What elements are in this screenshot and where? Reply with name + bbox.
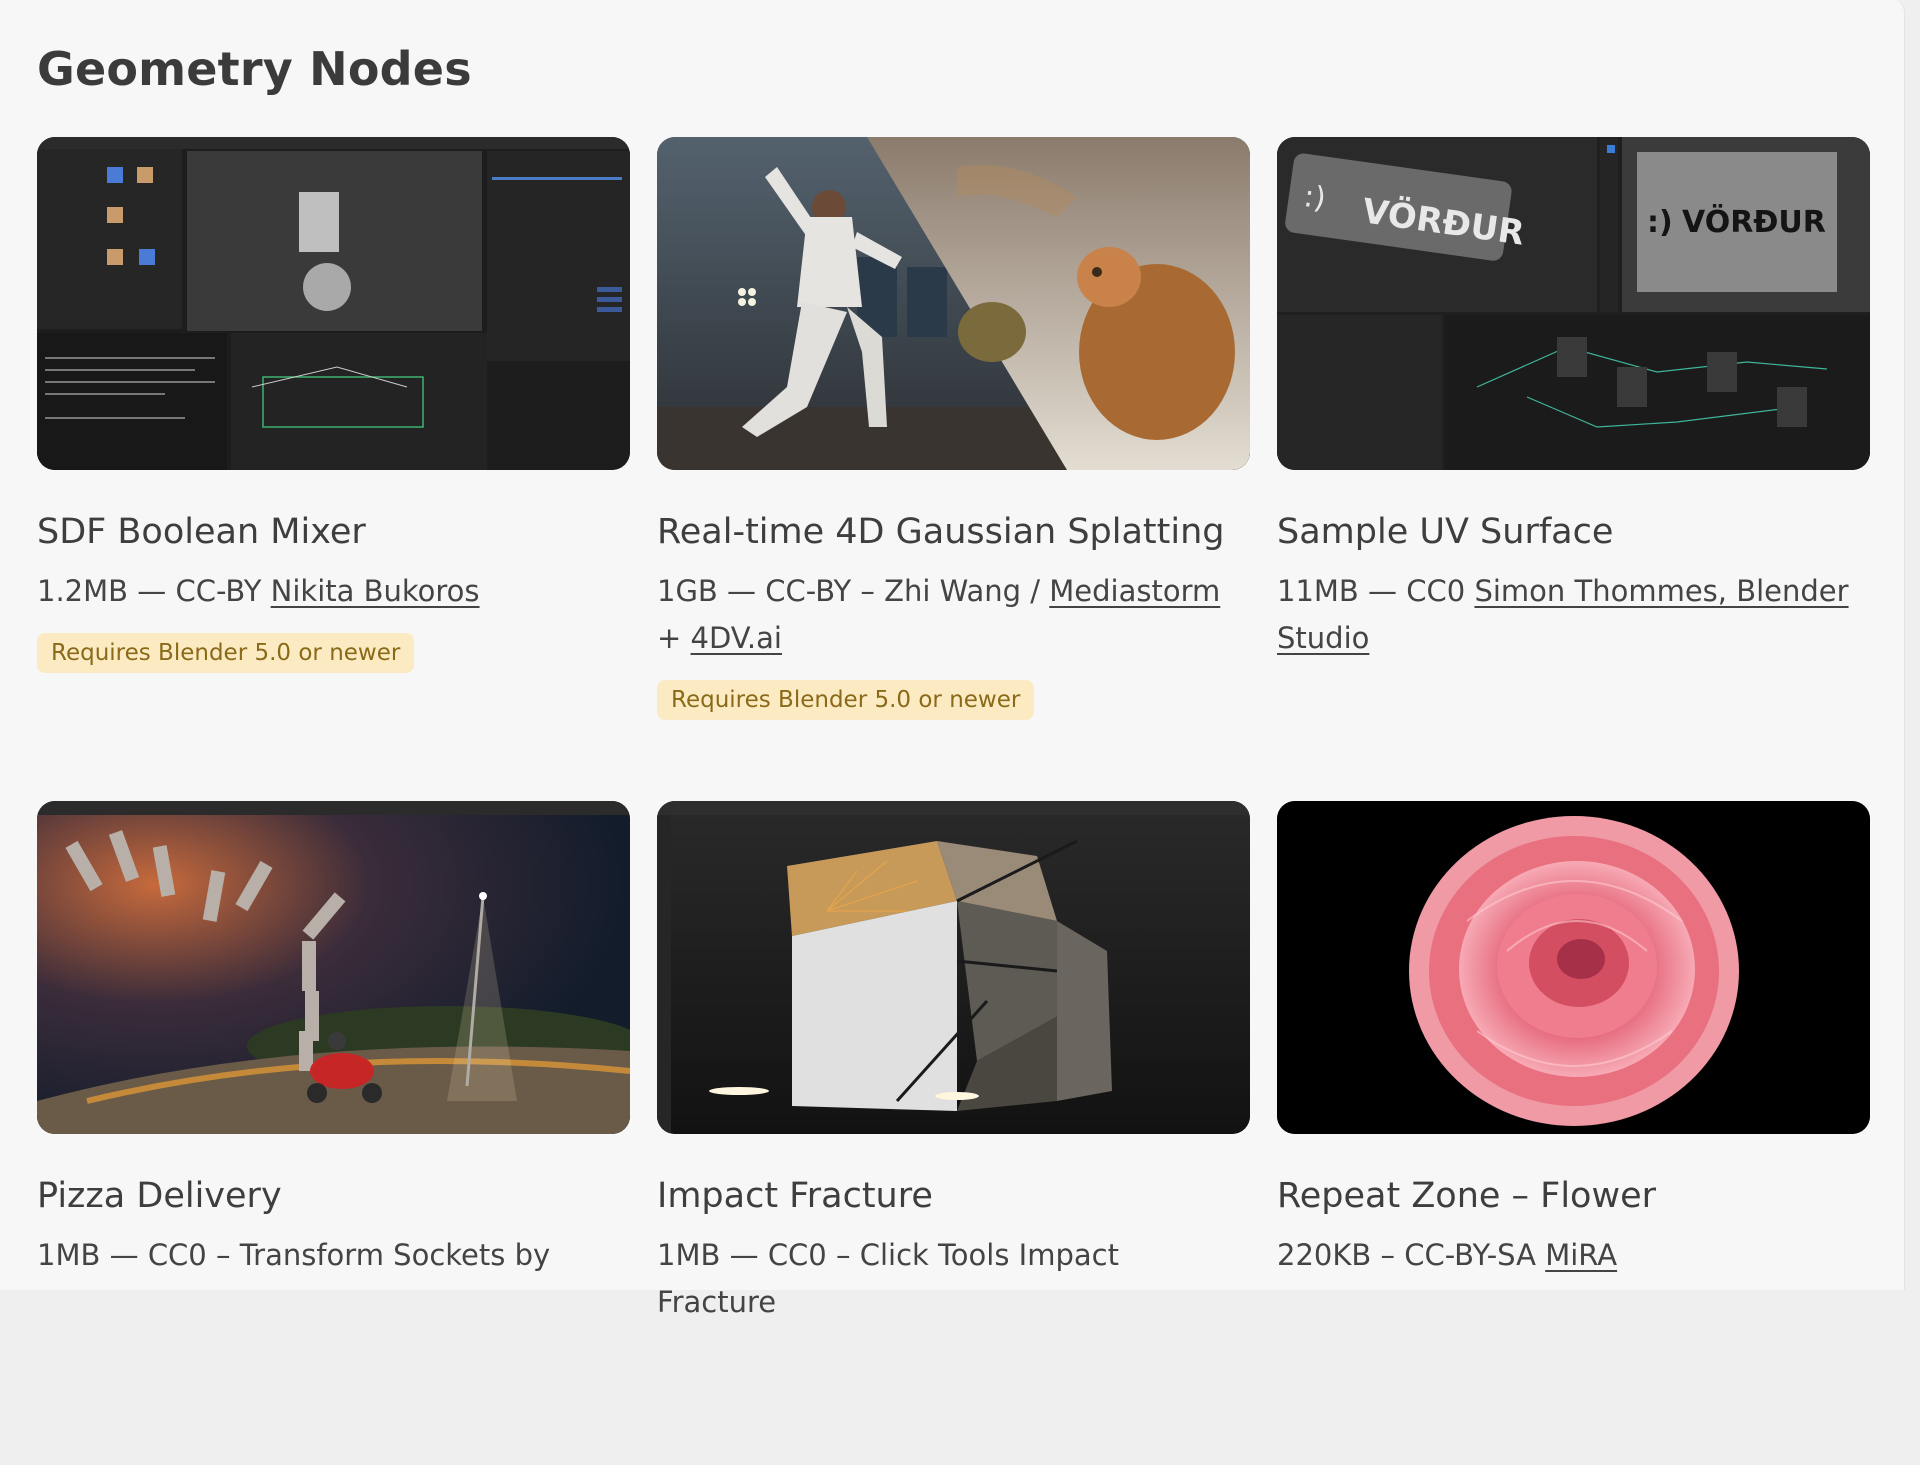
author-link[interactable]: Mediastorm [1049, 574, 1220, 608]
license: CC0 [767, 1238, 827, 1272]
thumbnail-sample-uv-surface[interactable]: VÖRÐUR :) :) VÖRÐUR [1277, 137, 1870, 470]
demo-card: Impact Fracture 1MB — CC0 – Click Tools … [657, 801, 1250, 1465]
file-size: 220KB [1277, 1238, 1372, 1272]
thumbnail-pizza-delivery[interactable] [37, 801, 630, 1134]
demo-card: SDF Boolean Mixer 1.2MB — CC-BY Nikita B… [37, 137, 630, 801]
license: CC0 [1406, 574, 1475, 608]
card-meta: 1MB — CC0 – Click Tools Impact Fracture [657, 1232, 1247, 1326]
version-badge: Requires Blender 5.0 or newer [37, 633, 415, 673]
separator: — [717, 574, 766, 608]
demo-card: Repeat Zone – Flower 220KB – CC-BY-SA Mi… [1277, 801, 1870, 1465]
file-size: 11MB [1277, 574, 1359, 608]
card-title: Repeat Zone – Flower [1277, 1176, 1657, 1216]
demo-card: Real-time 4D Gaussian Splatting 1GB — CC… [657, 137, 1250, 801]
thumbnail-gaussian-splatting[interactable] [657, 137, 1250, 470]
demo-file-grid: SDF Boolean Mixer 1.2MB — CC-BY Nikita B… [37, 137, 1871, 1465]
thumbnail-repeat-zone-flower[interactable] [1277, 801, 1870, 1134]
credit-text: – Transform Sockets by [206, 1238, 551, 1272]
vordur-text-right: VÖRÐUR [1682, 203, 1826, 240]
license: CC-BY-SA [1404, 1238, 1546, 1272]
demo-card: Pizza Delivery 1MB — CC0 – Transform Soc… [37, 801, 630, 1465]
thumbnail-impact-fracture[interactable] [657, 801, 1250, 1134]
separator: — [1358, 574, 1407, 608]
card-meta: 1.2MB — CC-BY Nikita Bukoros Requires Bl… [37, 568, 627, 674]
credit-text: + [657, 621, 691, 655]
file-size: 1MB [37, 1238, 101, 1272]
license: CC-BY [175, 574, 271, 608]
thumbnail-sdf-boolean-mixer[interactable] [37, 137, 630, 470]
version-badge: Requires Blender 5.0 or newer [657, 680, 1035, 720]
author-link[interactable]: MiRA [1545, 1238, 1617, 1272]
demo-card: VÖRÐUR :) :) VÖRÐUR Sample UV Surface 11… [1277, 137, 1870, 801]
section-title: Geometry Nodes [37, 42, 472, 96]
author-link-2[interactable]: 4DV.ai [691, 621, 782, 655]
author-link[interactable]: Nikita Bukoros [271, 574, 480, 608]
card-title: Real-time 4D Gaussian Splatting [657, 512, 1225, 552]
license: CC-BY [765, 574, 852, 608]
card-title: SDF Boolean Mixer [37, 512, 366, 552]
separator: — [720, 1238, 768, 1272]
card-title: Impact Fracture [657, 1176, 933, 1216]
card-meta: 11MB — CC0 Simon Thommes, Blender Studio [1277, 568, 1867, 662]
credit-text: – Zhi Wang / [851, 574, 1050, 608]
file-size: 1GB [657, 574, 718, 608]
card-title: Pizza Delivery [37, 1176, 282, 1216]
content-panel: Geometry Nodes SDF Boolean Mixer 1.2MB —… [0, 0, 1905, 1319]
card-title: Sample UV Surface [1277, 512, 1614, 552]
file-size: 1.2MB [37, 574, 129, 608]
separator: — [100, 1238, 148, 1272]
card-meta: 1GB — CC-BY – Zhi Wang / Mediastorm + 4D… [657, 568, 1247, 721]
separator: – [1371, 1238, 1405, 1272]
separator: — [128, 574, 176, 608]
license: CC0 [147, 1238, 207, 1272]
svg-text::): :) [1647, 205, 1673, 240]
file-size: 1MB [657, 1238, 721, 1272]
